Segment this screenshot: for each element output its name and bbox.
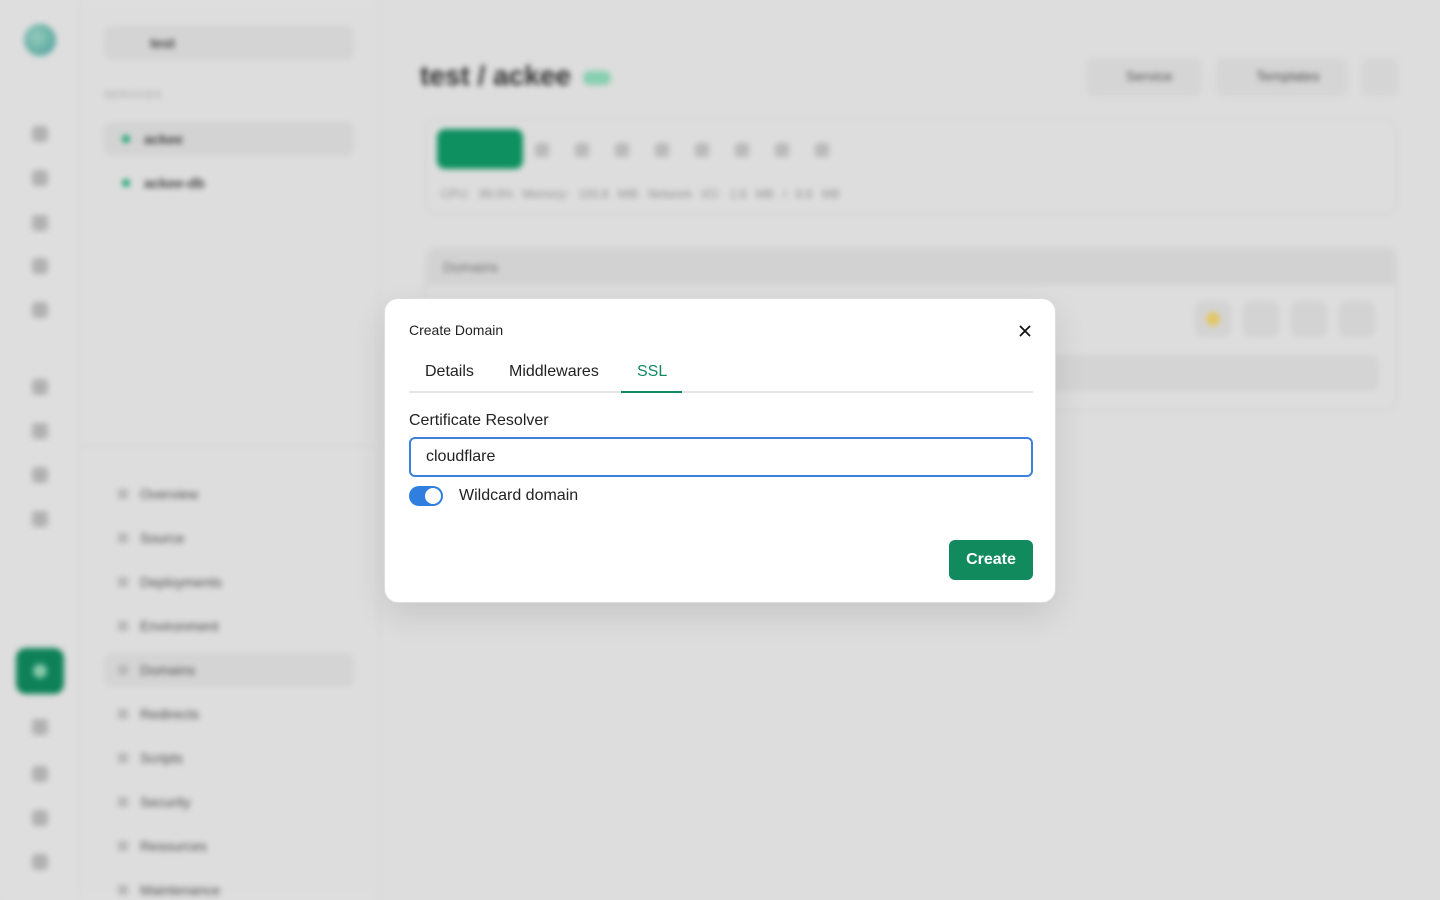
certificate-resolver-input[interactable]	[409, 437, 1033, 477]
close-button[interactable]	[1013, 319, 1037, 343]
close-icon	[1019, 325, 1031, 337]
dialog-title: Create Domain	[409, 322, 504, 338]
tab-details[interactable]: Details	[425, 363, 474, 393]
create-domain-dialog: Create Domain Details Middlewares SSL Ce…	[384, 298, 1056, 603]
wildcard-domain-label: Wildcard domain	[459, 487, 579, 504]
tab-middlewares[interactable]: Middlewares	[509, 363, 599, 393]
active-tab-indicator	[621, 391, 682, 393]
create-button[interactable]: Create	[949, 540, 1033, 580]
tab-ssl[interactable]: SSL	[637, 363, 667, 393]
wildcard-domain-toggle[interactable]	[409, 486, 443, 506]
dialog-tabs: Details Middlewares SSL	[409, 355, 1033, 393]
toggle-knob	[425, 488, 441, 504]
certificate-resolver-label: Certificate Resolver	[409, 412, 549, 429]
